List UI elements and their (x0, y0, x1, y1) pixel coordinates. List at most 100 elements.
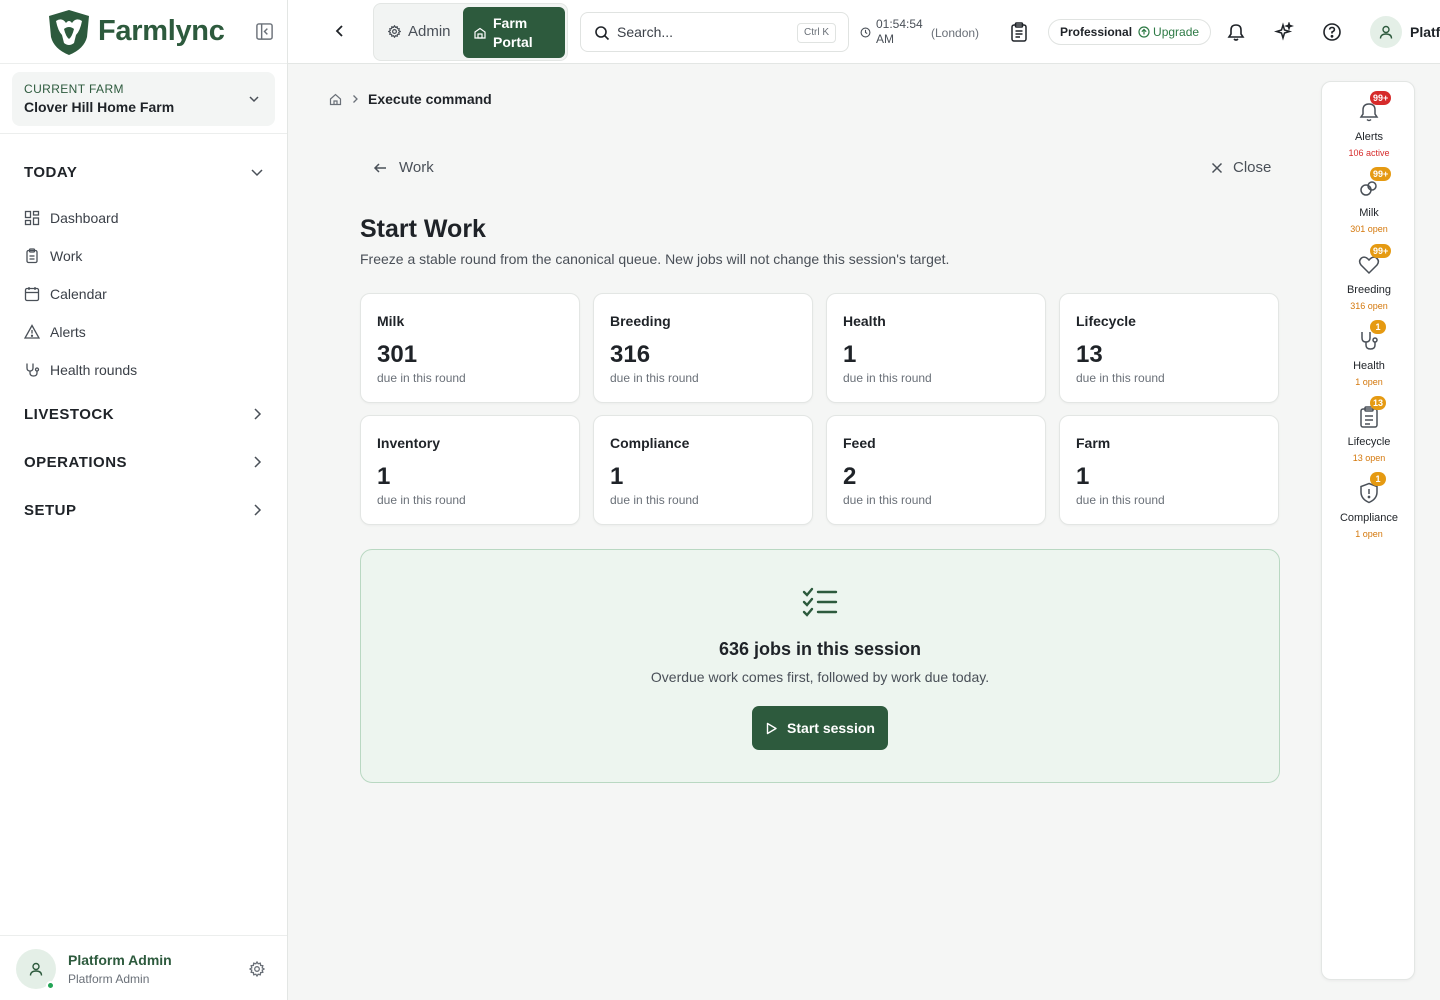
sidebar-item-dashboard[interactable]: Dashboard (24, 207, 119, 229)
card-sub: due in this round (1076, 371, 1165, 385)
sidebar: Farmlync CURRENT FARM Clover Hill Home F… (0, 0, 288, 1000)
home-icon[interactable] (329, 93, 342, 106)
upgrade-link[interactable]: Upgrade (1138, 25, 1199, 39)
clock-icon (860, 27, 871, 38)
page-subtitle: Freeze a stable round from the canonical… (360, 251, 950, 267)
card-label: Health (843, 313, 886, 329)
search-input[interactable]: Search... Ctrl K (580, 12, 849, 52)
sidebar-item-health-rounds[interactable]: Health rounds (24, 359, 137, 381)
online-status-dot (46, 981, 55, 990)
rail-item-lifecycle[interactable]: 13 Lifecycle 13 open (1322, 396, 1416, 463)
current-farm-name: Clover Hill Home Farm (24, 99, 175, 115)
rail-item-breeding[interactable]: 99+ Breeding 316 open (1322, 244, 1416, 311)
card-label: Feed (843, 435, 876, 451)
section-livestock[interactable]: LIVESTOCK (24, 402, 264, 426)
card-label: Inventory (377, 435, 441, 451)
close-icon (1211, 162, 1223, 173)
card-value: 1 (610, 463, 624, 490)
summary-card-farm: Farm 1 due in this round (1059, 415, 1279, 525)
dashboard-icon (24, 210, 40, 226)
current-farm-selector[interactable]: CURRENT FARM Clover Hill Home Farm (12, 72, 275, 126)
breadcrumb-current: Execute command (368, 91, 492, 107)
user-footer: Platform Admin Platform Admin (0, 935, 287, 1000)
clock-timezone: (London) (931, 26, 980, 40)
rail-item-health[interactable]: 1 Health 1 open (1322, 320, 1416, 387)
summary-card-compliance: Compliance 1 due in this round (593, 415, 813, 525)
sidebar-item-label: Calendar (50, 286, 107, 302)
card-value: 316 (610, 341, 651, 368)
gear-icon[interactable] (249, 961, 265, 977)
rail-item-alerts[interactable]: 99+ Alerts 106 active (1322, 91, 1416, 158)
card-label: Compliance (610, 435, 690, 451)
session-subtitle: Overdue work comes first, followed by wo… (650, 669, 990, 685)
bell-icon[interactable] (1226, 22, 1246, 42)
start-session-label: Start session (787, 720, 875, 736)
section-label: LIVESTOCK (24, 405, 115, 423)
back-to-work-label: Work (399, 159, 434, 176)
divider (0, 133, 287, 134)
collapse-sidebar-icon[interactable] (255, 22, 274, 41)
start-session-button[interactable]: Start session (752, 706, 888, 750)
avatar[interactable] (1370, 16, 1402, 48)
rail-item-milk[interactable]: 99+ Milk 301 open (1322, 167, 1416, 234)
card-label: Milk (377, 313, 405, 329)
sidebar-item-calendar[interactable]: Calendar (24, 283, 107, 305)
user-role: Platform Admin (68, 972, 150, 986)
rail-stat: 316 open (1350, 301, 1388, 311)
section-setup[interactable]: SETUP (24, 498, 264, 522)
card-value: 1 (377, 463, 391, 490)
clipboard-icon[interactable] (1010, 22, 1028, 42)
back-to-work-link[interactable]: Work (373, 159, 434, 176)
section-operations[interactable]: OPERATIONS (24, 450, 264, 474)
session-title: 636 jobs in this session (718, 639, 922, 659)
close-button[interactable]: Close (1211, 159, 1271, 176)
card-label: Lifecycle (1076, 313, 1136, 329)
plan-badge[interactable]: Professional Upgrade (1048, 19, 1212, 45)
sparkles-icon[interactable] (1274, 22, 1294, 42)
chevron-right-icon (254, 504, 262, 516)
chevron-right-icon (353, 95, 358, 103)
play-icon (766, 722, 777, 734)
farm-portal-tab[interactable]: Farm Portal (463, 7, 565, 58)
logo[interactable]: Farmlync (0, 0, 287, 64)
card-label: Breeding (610, 313, 671, 329)
clock-time-line2: AM (876, 32, 894, 46)
sidebar-item-label: Work (50, 248, 83, 264)
card-sub: due in this round (843, 493, 932, 507)
card-value: 13 (1076, 341, 1103, 368)
barn-icon (474, 27, 486, 39)
help-icon[interactable] (1322, 22, 1342, 42)
chevron-down-icon (251, 169, 263, 177)
right-rail: 99+ Alerts 106 active 99+ Milk 301 open … (1321, 81, 1415, 980)
card-value: 1 (843, 341, 857, 368)
card-sub: due in this round (377, 371, 466, 385)
stethoscope-icon (26, 363, 40, 377)
admin-tab[interactable]: Admin (388, 23, 451, 40)
portal-switcher: Admin Farm Portal (373, 3, 568, 61)
section-today[interactable]: TODAY (24, 160, 264, 184)
close-label: Close (1233, 159, 1272, 176)
card-sub: due in this round (610, 371, 699, 385)
rail-item-compliance[interactable]: 1 Compliance 1 open (1322, 472, 1416, 539)
clock-time: 01:54:54 AM (876, 17, 928, 47)
brand-name: Farmlync (98, 15, 225, 47)
chevron-right-icon (254, 408, 262, 420)
sidebar-item-work[interactable]: Work (24, 245, 82, 267)
rail-stat: 1 open (1355, 377, 1383, 387)
sidebar-item-label: Alerts (50, 324, 86, 340)
topbar-user-name[interactable]: Platf (1410, 24, 1440, 40)
topbar: Admin Farm Portal Search... Ctrl K 01:54:… (288, 0, 1440, 64)
rail-stat: 301 open (1350, 224, 1388, 234)
rail-stat: 13 open (1352, 453, 1386, 463)
card-value: 301 (377, 341, 418, 368)
summary-card-milk: Milk 301 due in this round (360, 293, 580, 403)
user-icon (29, 962, 43, 976)
search-placeholder: Search... (617, 24, 674, 40)
session-panel: 636 jobs in this session Overdue work co… (360, 549, 1280, 783)
gear-icon (388, 25, 401, 38)
user-icon (1379, 25, 1393, 39)
back-chevron-icon[interactable] (332, 23, 348, 39)
user-name: Platform Admin (68, 952, 172, 968)
sidebar-item-alerts[interactable]: Alerts (24, 321, 86, 343)
warning-icon (24, 324, 40, 339)
